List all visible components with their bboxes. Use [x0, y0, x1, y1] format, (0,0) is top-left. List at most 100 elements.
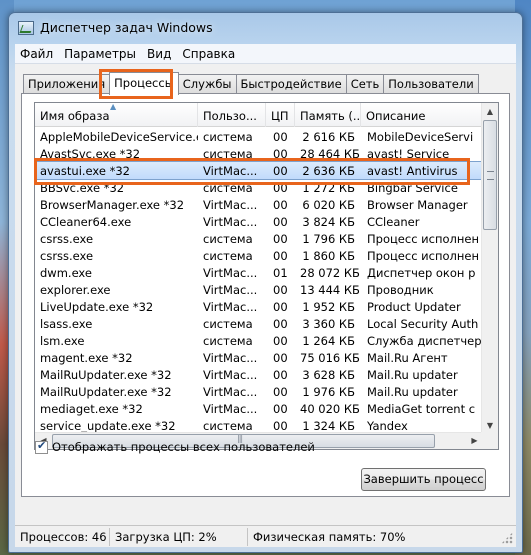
cell-image-name: explorer.exe — [40, 282, 111, 297]
table-row[interactable]: avastui.exe *32 VirtMac... 00 2 636 КБ avast… — [35, 161, 484, 180]
cell-description: Local Security Auth — [367, 316, 479, 331]
cell-memory: 3 824 КБ — [302, 214, 355, 229]
menu-help[interactable]: Справка — [177, 47, 241, 61]
table-row[interactable]: AvastSvc.exe *32 система 00 28 464 КБ avast!… — [35, 145, 483, 162]
table-row[interactable]: csrss.exe система 00 1 796 КБ Процесс исполн… — [35, 230, 483, 247]
process-rows: AppleMobileDeviceService.exe система 00 2 6… — [35, 128, 484, 434]
table-row[interactable]: AppleMobileDeviceService.exe система 00 2 6… — [35, 128, 483, 145]
task-manager-app-icon — [18, 21, 34, 35]
cell-image-name: dwm.exe — [40, 265, 92, 280]
task-manager-window: Диспетчер задач Windows Файл Параметры В… — [8, 12, 523, 553]
cell-cpu: 00 — [273, 333, 288, 348]
tab-users[interactable]: Пользователи — [383, 74, 479, 94]
table-row[interactable]: MailRuUpdater.exe *32 VirtMac... 00 3 628 К… — [35, 366, 483, 383]
show-all-users-checkbox[interactable] — [35, 439, 48, 454]
table-row[interactable]: mediaget.exe *32 VirtMac... 00 40 020 КБ Med… — [35, 400, 483, 417]
cell-cpu: 01 — [273, 265, 288, 280]
processes-panel: ▲ Имя образа Пользо... ЦП Память (... Оп… — [21, 93, 510, 497]
table-row[interactable]: lsass.exe система 00 3 360 КБ Local Security… — [35, 315, 483, 332]
tab-strip: Приложения Процессы Службы Быстродействи… — [23, 72, 479, 95]
table-row[interactable]: LiveUpdate.exe *32 VirtMac... 00 1 952 КБ Pr… — [35, 298, 483, 315]
cell-image-name: csrss.exe — [40, 248, 94, 263]
tab-applications[interactable]: Приложения — [23, 74, 111, 94]
cell-memory: 6 020 КБ — [302, 197, 355, 212]
cell-memory: 3 360 КБ — [302, 316, 355, 331]
cell-description: MediaGet torrent c — [367, 401, 476, 416]
cell-user: VirtMac... — [203, 350, 258, 365]
show-all-users-option[interactable]: Отображать процессы всех пользователей — [35, 439, 315, 454]
tab-processes[interactable]: Процессы — [109, 72, 179, 95]
cell-user: система — [203, 146, 253, 161]
title-bar[interactable]: Диспетчер задач Windows — [9, 13, 522, 43]
cell-cpu: 00 — [273, 350, 288, 365]
table-row[interactable]: CCleaner64.exe VirtMac... 00 3 824 КБ CClean… — [35, 213, 483, 230]
cell-image-name: avastui.exe *32 — [40, 163, 130, 178]
cell-image-name: LiveUpdate.exe *32 — [40, 299, 154, 314]
cell-description: Процесс исполнен — [367, 248, 480, 263]
tab-performance[interactable]: Быстродействие — [235, 74, 347, 94]
cell-image-name: MailRuUpdater.exe *32 — [40, 367, 172, 382]
column-image-name[interactable]: ▲ Имя образа — [35, 103, 198, 127]
cell-cpu: 00 — [273, 163, 288, 178]
table-row[interactable]: dwm.exe VirtMac... 01 28 072 КБ Диспетчер ок… — [35, 264, 483, 281]
cell-description: Browser Manager — [367, 197, 468, 212]
cell-cpu: 00 — [273, 180, 288, 195]
cell-image-name: MailRuUpdater.exe *32 — [40, 384, 172, 399]
table-row[interactable]: BrowserManager.exe *32 VirtMac... 00 6 020 … — [35, 196, 483, 213]
cell-memory: 28 072 КБ — [300, 265, 360, 280]
table-row[interactable]: BBSvc.exe *32 система 00 1 272 КБ Bingbar Se… — [35, 179, 483, 196]
cell-user: система — [203, 333, 253, 348]
status-cpu-usage: Загрузка ЦП: 2% — [110, 527, 248, 546]
cell-description: Mail.Ru updater — [367, 384, 458, 399]
column-description[interactable]: Описание — [361, 103, 483, 127]
column-memory[interactable]: Память (... — [295, 103, 361, 127]
cell-image-name: lsm.exe — [40, 333, 85, 348]
cell-cpu: 00 — [273, 248, 288, 263]
menu-view[interactable]: Вид — [142, 47, 177, 61]
cell-user: система — [203, 180, 253, 195]
cell-user: VirtMac... — [203, 214, 258, 229]
process-list-header: ▲ Имя образа Пользо... ЦП Память (... Оп… — [35, 103, 483, 127]
table-row[interactable]: MailRuUpdater.exe *32 VirtMac... 00 1 976 К… — [35, 383, 483, 400]
menu-options[interactable]: Параметры — [59, 47, 142, 61]
tab-services[interactable]: Службы — [177, 74, 237, 94]
sort-ascending-icon: ▲ — [110, 103, 117, 111]
resize-grip-icon[interactable] — [501, 532, 513, 544]
end-process-button[interactable]: Завершить процесс — [361, 468, 486, 491]
window-title: Диспетчер задач Windows — [40, 20, 213, 35]
process-list: ▲ Имя образа Пользо... ЦП Память (... Оп… — [34, 102, 499, 450]
cell-cpu: 00 — [273, 282, 288, 297]
cell-user: система — [203, 231, 253, 246]
cell-description: Mail.Ru Агент — [367, 350, 448, 365]
column-cpu[interactable]: ЦП — [266, 103, 295, 127]
cell-description: avast! Service — [367, 146, 450, 161]
table-row[interactable]: csrss.exe система 00 1 860 КБ Процесс исполн… — [35, 247, 483, 264]
cell-image-name: mediaget.exe *32 — [40, 401, 143, 416]
menu-bar: Файл Параметры Вид Справка — [15, 44, 516, 64]
status-process-count: Процессов: 46 — [15, 527, 110, 546]
scroll-up-arrow-icon[interactable]: ▲ — [482, 103, 498, 120]
column-image-name-label: Имя образа — [40, 109, 110, 123]
cell-user: система — [203, 129, 253, 144]
cell-user: VirtMac... — [203, 265, 258, 280]
tab-networking[interactable]: Сеть — [345, 74, 385, 94]
cell-cpu: 00 — [273, 401, 288, 416]
cell-cpu: 00 — [273, 316, 288, 331]
cell-description: Процесс исполнен — [367, 231, 480, 246]
table-row[interactable]: explorer.exe VirtMac... 00 13 444 КБ Проводн… — [35, 281, 483, 298]
menu-file[interactable]: Файл — [15, 47, 59, 61]
cell-user: VirtMac... — [203, 197, 258, 212]
cell-memory: 28 464 КБ — [300, 146, 360, 161]
vertical-scrollbar[interactable]: ▲ ▼ — [481, 103, 498, 434]
table-row[interactable]: lsm.exe система 00 1 264 КБ Служба диспетчер — [35, 332, 483, 349]
table-row[interactable]: magent.exe *32 VirtMac... 00 75 016 КБ Mail.… — [35, 349, 483, 366]
cell-cpu: 00 — [273, 129, 288, 144]
cell-cpu: 00 — [273, 384, 288, 399]
cell-description: Mail.Ru updater — [367, 367, 458, 382]
vertical-scroll-thumb[interactable] — [483, 120, 497, 230]
show-all-users-label: Отображать процессы всех пользователей — [52, 440, 315, 454]
cell-memory: 2 616 КБ — [302, 129, 355, 144]
cell-user: VirtMac... — [203, 282, 258, 297]
column-user[interactable]: Пользо... — [198, 103, 266, 127]
cell-image-name: lsass.exe — [40, 316, 93, 331]
